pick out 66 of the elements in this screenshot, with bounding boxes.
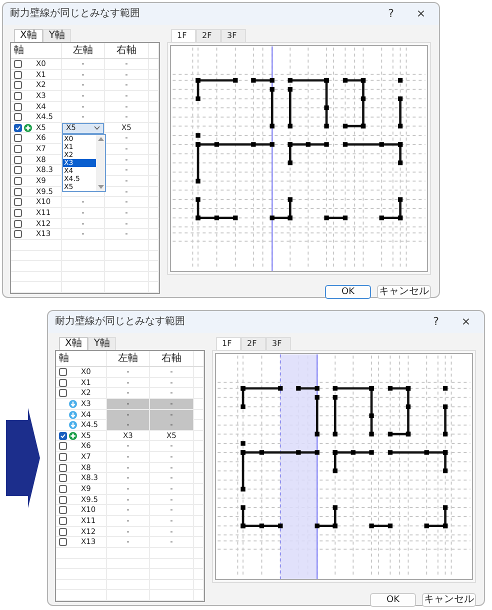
checkbox[interactable] <box>59 538 67 546</box>
checkbox[interactable] <box>59 453 67 462</box>
floor-tab[interactable]: 2F <box>196 29 221 42</box>
checkbox[interactable] <box>14 145 22 154</box>
checkbox[interactable] <box>59 368 67 376</box>
checkbox[interactable] <box>14 188 22 196</box>
checkbox[interactable] <box>59 496 67 504</box>
checkbox[interactable] <box>14 124 22 132</box>
checkbox[interactable] <box>14 208 22 217</box>
plus-icon <box>24 124 32 132</box>
checkbox[interactable] <box>59 389 67 398</box>
checkbox[interactable] <box>14 92 22 100</box>
column-header: 左軸 <box>107 351 150 366</box>
drawing-canvas[interactable] <box>170 45 428 272</box>
close-button[interactable]: × <box>407 3 435 25</box>
floor-tab[interactable]: 1F <box>171 29 196 42</box>
axis-tab[interactable]: Y軸 <box>42 29 71 42</box>
checkbox[interactable] <box>59 516 67 525</box>
help-button[interactable]: ? <box>377 3 405 25</box>
column-header: 軸 <box>56 351 107 366</box>
checkbox[interactable] <box>59 506 67 514</box>
ok-button[interactable]: OK <box>325 285 371 300</box>
checkbox[interactable] <box>59 528 67 536</box>
floor-tab[interactable]: 2F <box>241 337 266 350</box>
checkbox[interactable] <box>59 442 67 450</box>
checkbox[interactable] <box>14 177 22 186</box>
axis-tab[interactable]: X軸 <box>14 29 43 42</box>
checkbox[interactable] <box>59 464 67 472</box>
checkbox[interactable] <box>14 198 22 206</box>
column-header: 右軸 <box>150 351 194 366</box>
drawing-canvas[interactable] <box>215 353 473 580</box>
checkbox[interactable] <box>14 166 22 174</box>
checkbox[interactable] <box>14 102 22 111</box>
floor-tab[interactable]: 3F <box>221 29 246 42</box>
down-arrow-icon <box>69 410 77 419</box>
checkbox[interactable] <box>14 230 22 238</box>
checkbox[interactable] <box>59 474 67 482</box>
checkbox[interactable] <box>14 220 22 228</box>
window-title: 耐力壁線が同じとみなす範囲 <box>55 317 186 327</box>
checkbox[interactable] <box>59 432 67 440</box>
checkbox[interactable] <box>14 113 22 122</box>
checkbox[interactable] <box>59 485 67 494</box>
column-header: 左軸 <box>62 43 105 58</box>
plus-icon <box>69 432 77 440</box>
cancel-button[interactable]: キャンセル <box>377 285 431 300</box>
cancel-button[interactable]: キャンセル <box>422 593 476 608</box>
window-title: 耐力壁線が同じとみなす範囲 <box>10 9 141 19</box>
axis-tab[interactable]: X軸 <box>59 337 88 350</box>
checkbox[interactable] <box>14 70 22 79</box>
down-arrow-icon <box>69 400 77 408</box>
right-arrow-icon <box>6 408 40 508</box>
column-header: 右軸 <box>105 43 149 58</box>
checkbox[interactable] <box>14 60 22 68</box>
checkbox[interactable] <box>14 81 22 90</box>
chevron-down-icon <box>94 126 100 130</box>
close-button[interactable]: × <box>452 311 480 333</box>
axis-tab[interactable]: Y軸 <box>88 337 116 350</box>
help-button[interactable]: ? <box>422 311 450 333</box>
checkbox[interactable] <box>14 134 22 142</box>
column-header: 軸 <box>11 43 62 58</box>
ok-button[interactable]: OK <box>370 593 416 608</box>
checkbox[interactable] <box>14 156 22 164</box>
floor-tab[interactable]: 3F <box>266 337 291 350</box>
checkbox[interactable] <box>59 378 67 387</box>
down-arrow-icon <box>69 421 77 430</box>
floor-tab[interactable]: 1F <box>216 337 241 350</box>
